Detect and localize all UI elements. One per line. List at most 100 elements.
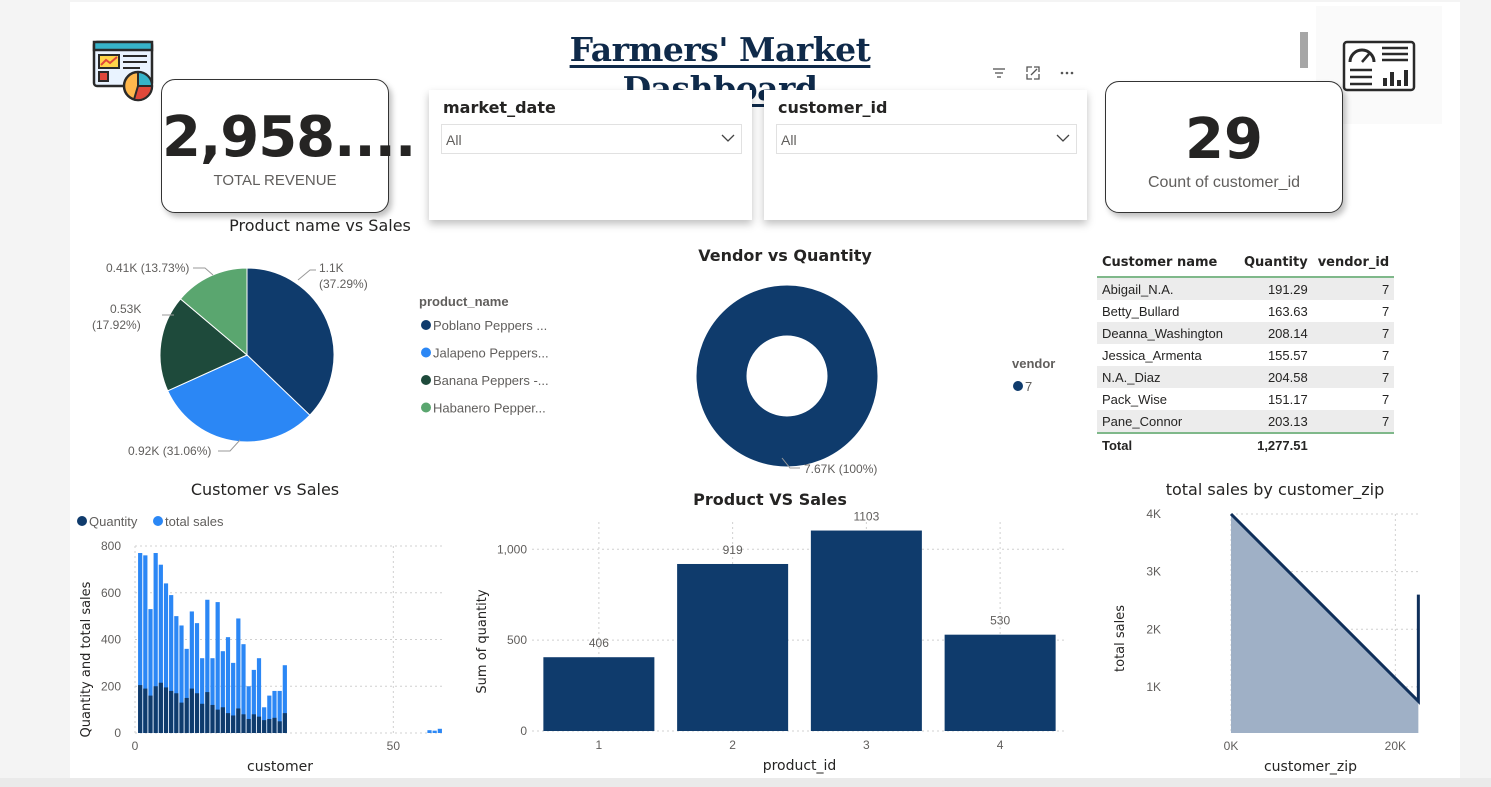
bar-quantity (143, 688, 148, 733)
cell-customer: Betty_Bullard (1102, 303, 1180, 319)
leader-line (193, 267, 214, 276)
bar-total-sales (437, 728, 442, 733)
cell-vendor: 7 (1381, 391, 1390, 407)
bar (810, 530, 922, 731)
bar-quantity (179, 702, 184, 733)
bar-quantity (153, 686, 158, 733)
bar-quantity (215, 709, 220, 733)
more-options-icon[interactable] (1058, 64, 1076, 82)
y-tick-label: 200 (101, 679, 121, 693)
bar-quantity (256, 716, 262, 733)
bar-quantity (231, 715, 236, 733)
customer-count-card[interactable]: 29 Count of customer_id (1105, 81, 1343, 213)
customer-id-dropdown[interactable]: All (776, 124, 1077, 154)
donut-legend-title: vendor (1012, 356, 1055, 371)
pie-data-label: 0.53K (110, 302, 141, 316)
table-row[interactable]: Pane_Connor 203.13 7 (1097, 410, 1395, 433)
x-tick-label: 3 (863, 738, 870, 752)
bar-quantity (184, 697, 189, 733)
cell-total-vendor (1313, 433, 1394, 456)
bar (944, 634, 1056, 731)
customer-sales-chart: Quantity total sales 0 200 400 600 800 0 50 custo… (77, 514, 445, 775)
zip-area-chart: 1K 2K 3K 4K 0K 20K customer_zip total sales (1113, 507, 1420, 775)
pie-chart-title: Product name vs Sales (229, 216, 411, 235)
bar-quantity (210, 704, 215, 733)
bar-quantity (241, 714, 246, 733)
y-tick-label: 4K (1146, 507, 1161, 521)
legend-item-label: 7 (1025, 379, 1032, 394)
y-tick-label: 800 (101, 539, 121, 553)
x-tick-label: 20K (1385, 739, 1406, 753)
y-tick-label: 400 (101, 633, 121, 647)
market-date-slicer: market_date All (429, 90, 752, 220)
pie-data-label: 0.92K (31.06%) (128, 444, 211, 458)
cell-vendor: 7 (1381, 303, 1390, 319)
bar-quantity (220, 707, 225, 733)
bar-quantity (272, 717, 277, 733)
column-header[interactable]: Quantity (1239, 248, 1313, 277)
donut-chart-title: Vendor vs Quantity (698, 246, 872, 265)
table-row[interactable]: Pack_Wise 151.17 7 (1097, 388, 1394, 410)
customer-table: Customer name Quantity vendor_id Abigail… (1097, 248, 1395, 456)
customer-count-value: 29 (1185, 107, 1263, 172)
bar-quantity (189, 688, 194, 733)
pie-data-label: 1.1K (319, 261, 344, 275)
total-revenue-value: 2,958.... (162, 105, 416, 170)
column-header[interactable]: vendor_id (1313, 248, 1394, 277)
table-row[interactable]: Abigail_N.A. 191.29 7 (1097, 277, 1395, 300)
pie-legend-title: product_name (419, 294, 509, 309)
legend-marker (77, 516, 87, 526)
column-header[interactable]: Customer name (1097, 248, 1239, 277)
bar-quantity (200, 703, 205, 733)
total-revenue-label: TOTAL REVENUE (213, 172, 337, 189)
y-tick-label: 0 (114, 726, 121, 740)
cell-quantity: 204.58 (1239, 366, 1313, 388)
cell-vendor: 7 (1312, 366, 1395, 388)
data-label: 1103 (853, 512, 879, 524)
bar-quantity (277, 721, 282, 733)
cell-quantity: 191.29 (1239, 277, 1313, 300)
legend-item-label: total sales (165, 514, 224, 529)
product-sales-chart: 0 500 1,000 406 1 919 2 1103 3 530 4 product_id Sum … (475, 512, 1067, 774)
legend-item-label: Jalapeno Peppers... (433, 346, 549, 361)
bar-total-sales (432, 730, 437, 733)
cell-total-quantity: 1,277.51 (1257, 437, 1308, 453)
customer-id-slicer: customer_id All (764, 90, 1087, 220)
cell-vendor: 7 (1312, 322, 1395, 344)
x-axis-title: product_id (763, 758, 837, 774)
filter-icon[interactable] (990, 64, 1008, 82)
table-row[interactable]: N.A._Diaz 204.58 7 (1097, 366, 1395, 388)
pie-data-label: (37.29%) (319, 277, 368, 291)
donut-data-label: 7.67K (100%) (804, 462, 877, 476)
y-tick-label: 1,000 (497, 542, 527, 556)
x-tick-label: 0 (132, 739, 139, 753)
y-axis-title: Sum of quantity (475, 589, 490, 693)
x-tick-label: 50 (387, 739, 401, 753)
bar-quantity (194, 693, 200, 733)
bar-quantity (236, 708, 241, 733)
table-total-row: Total 1,277.51 (1097, 433, 1395, 456)
table-row[interactable]: Jessica_Armenta 155.57 7 (1097, 344, 1394, 366)
x-tick-label: 2 (729, 738, 736, 752)
focus-mode-icon[interactable] (1024, 64, 1042, 82)
market-date-dropdown[interactable]: All (441, 124, 742, 154)
pie-data-label: (17.92%) (92, 318, 141, 332)
y-tick-label: 500 (507, 633, 527, 647)
cell-vendor: 7 (1381, 347, 1390, 363)
data-label: 919 (723, 543, 743, 557)
product-chart-title: Product VS Sales (693, 490, 847, 509)
bar-quantity (267, 718, 272, 733)
x-axis-title: customer_zip (1264, 759, 1357, 775)
cell-quantity: 151.17 (1267, 391, 1308, 407)
cell-customer: N.A._Diaz (1097, 366, 1239, 388)
bar-quantity (174, 693, 179, 733)
legend-marker (153, 516, 163, 526)
table-row[interactable]: Deanna_Washington 208.14 7 (1097, 322, 1395, 344)
x-tick-label: 0K (1224, 739, 1239, 753)
y-tick-label: 600 (101, 586, 121, 600)
scrollbar-thumb[interactable] (1300, 32, 1308, 68)
chevron-down-icon (1056, 134, 1070, 142)
table-row[interactable]: Betty_Bullard 163.63 7 (1097, 300, 1394, 322)
total-revenue-card[interactable]: 2,958.... TOTAL REVENUE (161, 79, 416, 213)
y-tick-label: 1K (1146, 680, 1161, 694)
